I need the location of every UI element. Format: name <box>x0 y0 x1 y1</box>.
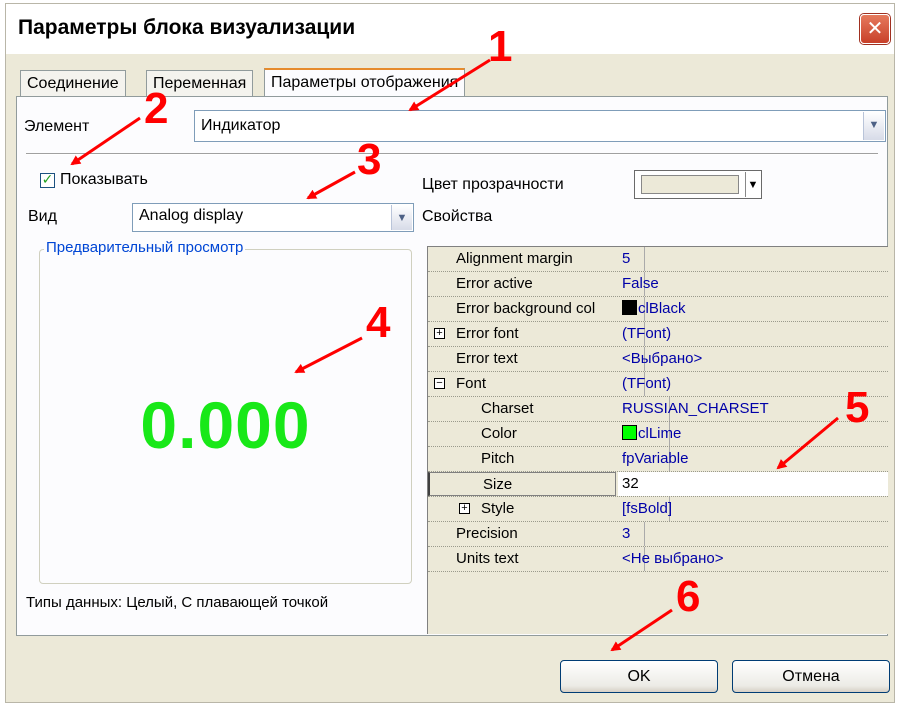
annotation-number-5: 5 <box>845 383 870 432</box>
annotation-arrow-1 <box>408 58 491 112</box>
annotation-arrows <box>70 58 839 652</box>
annotation-arrow-2 <box>70 116 141 166</box>
annotation-number-3: 3 <box>357 135 382 184</box>
annotation-arrow-6 <box>610 608 673 652</box>
annotation-number-6: 6 <box>676 572 701 621</box>
annotation-number-1: 1 <box>488 22 513 71</box>
annotation-arrow-3 <box>306 170 356 200</box>
annotation-number-4: 4 <box>366 298 391 347</box>
annotation-arrow-5 <box>776 416 839 470</box>
annotation-arrow-4 <box>294 336 363 374</box>
annotation-number-2: 2 <box>144 84 169 133</box>
